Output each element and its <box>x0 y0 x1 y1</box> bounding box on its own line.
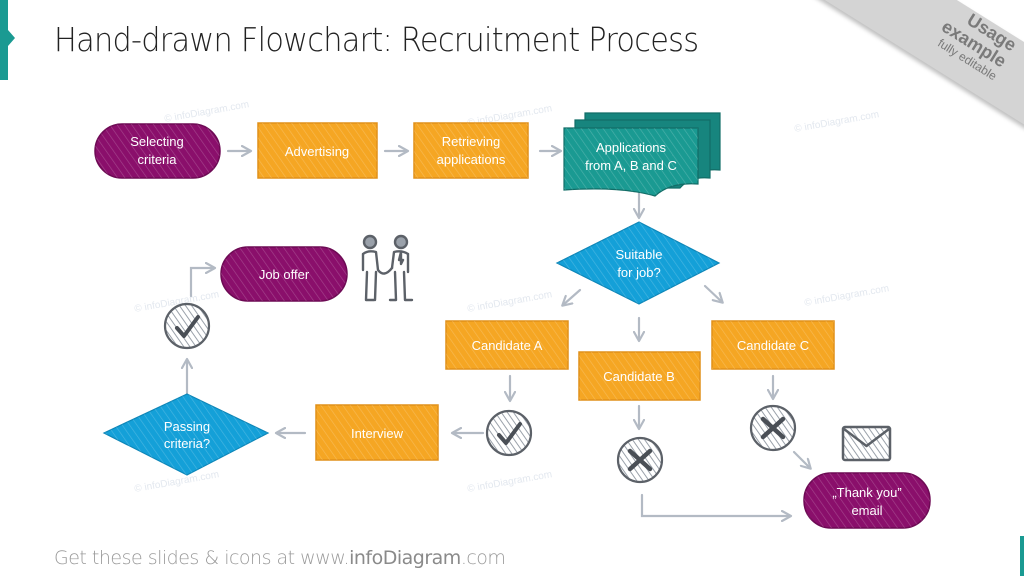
node-label: Retrieving <box>442 134 501 149</box>
flowchart: © infoDiagram.com © infoDiagram.com © in… <box>94 99 931 529</box>
node-label: criteria? <box>164 436 210 451</box>
node-label: Job offer <box>259 267 310 282</box>
node-label: applications <box>437 152 506 167</box>
footer-suffix: .com <box>460 547 506 569</box>
watermark: © infoDiagram.com <box>804 283 890 309</box>
envelope-icon <box>841 425 892 462</box>
arrow-x-to-thank-you <box>792 450 810 468</box>
arrow-x-b-to-thank-you <box>640 493 790 516</box>
watermark: © infoDiagram.com <box>467 289 553 315</box>
footer-credit: Get these slides & icons at www.infoDiag… <box>54 547 506 569</box>
node-advertising[interactable]: Advertising <box>257 122 378 179</box>
watermark: © infoDiagram.com <box>467 469 553 495</box>
watermark: © infoDiagram.com <box>164 99 250 125</box>
arrow-suitable-to-c <box>703 284 722 302</box>
node-passing-criteria[interactable]: Passing criteria? <box>102 393 270 476</box>
node-label: Candidate B <box>603 369 675 384</box>
footer-brand[interactable]: infoDiagram <box>349 547 461 569</box>
node-candidate-a[interactable]: Candidate A <box>445 320 569 370</box>
node-label: Candidate A <box>472 338 543 353</box>
x-circle-icon <box>616 436 664 484</box>
node-candidate-c[interactable]: Candidate C <box>711 320 835 370</box>
check-circle-icon <box>485 409 533 457</box>
node-label: Candidate C <box>737 338 809 353</box>
node-thank-you-email[interactable]: „Thank you” email <box>803 472 931 529</box>
node-label: „Thank you” <box>832 485 901 500</box>
node-label: Selecting <box>130 134 183 149</box>
arrow-suitable-to-a <box>563 288 582 305</box>
node-label: Applications <box>596 140 667 155</box>
node-label: Advertising <box>285 144 349 159</box>
node-label: from A, B and C <box>585 158 677 173</box>
node-job-offer[interactable]: Job offer <box>220 246 348 302</box>
node-label: email <box>851 503 882 518</box>
node-label: Interview <box>351 426 404 441</box>
watermark: © infoDiagram.com <box>794 109 880 135</box>
node-interview[interactable]: Interview <box>315 404 439 461</box>
handshake-icon <box>361 234 414 302</box>
node-label: Suitable <box>616 247 663 262</box>
check-circle-icon <box>163 302 211 350</box>
node-applications[interactable]: Applications from A, B and C <box>563 112 721 197</box>
watermark: © infoDiagram.com <box>134 469 220 495</box>
node-label: Passing <box>164 419 210 434</box>
node-label: criteria <box>137 152 177 167</box>
node-suitable-for-job[interactable]: Suitable for job? <box>555 221 721 305</box>
x-circle-icon <box>749 404 797 452</box>
node-candidate-b[interactable]: Candidate B <box>578 351 701 401</box>
node-retrieving-applications[interactable]: Retrieving applications <box>413 122 529 179</box>
footer-prefix: Get these slides & icons at www. <box>54 547 350 569</box>
node-selecting-criteria[interactable]: Selecting criteria <box>94 123 221 179</box>
node-label: for job? <box>617 265 660 280</box>
